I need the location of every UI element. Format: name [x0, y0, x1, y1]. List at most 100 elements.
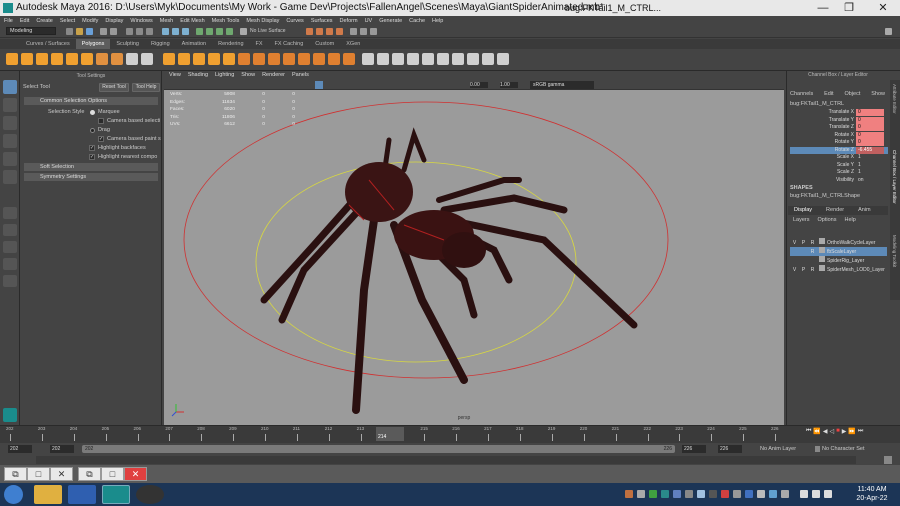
flag-icon[interactable]	[812, 490, 820, 498]
menu-help[interactable]: Help	[432, 18, 443, 24]
shelf-tab-custom[interactable]: Custom	[309, 39, 340, 49]
sweep-mesh-icon[interactable]	[141, 53, 153, 65]
automatic-mapping-icon[interactable]	[392, 53, 404, 65]
extrude-icon[interactable]	[238, 53, 250, 65]
attr-translate-z[interactable]: Translate Z0	[790, 124, 888, 132]
vp-menu-panels[interactable]: Panels	[292, 71, 309, 80]
layer-menu-layers[interactable]: Layers	[793, 217, 810, 223]
tray-icon[interactable]	[673, 490, 681, 498]
step-back-key-icon[interactable]: ⏪	[813, 428, 820, 435]
section-symmetry-settings[interactable]: Symmetry Settings	[24, 173, 158, 181]
separate-icon[interactable]	[178, 53, 190, 65]
tray-icon[interactable]	[769, 490, 777, 498]
snap-grid-icon[interactable]	[162, 28, 169, 35]
shelf-tab-animation[interactable]: Animation	[176, 39, 212, 49]
shelf-tab-curves-surfaces[interactable]: Curves / Surfaces	[20, 39, 76, 49]
reset-tool-button[interactable]: Reset Tool	[99, 83, 129, 92]
menu-cache[interactable]: Cache	[409, 18, 425, 24]
attr-translate-y[interactable]: Translate Y0	[790, 116, 888, 125]
poly-sphere-icon[interactable]	[6, 53, 18, 65]
snap-point-icon[interactable]	[182, 28, 189, 35]
append-icon[interactable]	[283, 53, 295, 65]
layout-icon[interactable]	[3, 275, 17, 287]
menu-create[interactable]: Create	[36, 18, 53, 24]
single-view-icon[interactable]	[3, 207, 17, 219]
menu-windows[interactable]: Windows	[130, 18, 152, 24]
character-set-select[interactable]: No Character Set	[822, 446, 865, 452]
combine-icon[interactable]	[163, 53, 175, 65]
persp-outliner-icon[interactable]	[3, 241, 17, 253]
select-tool-icon[interactable]	[3, 80, 17, 94]
menu-mesh-display[interactable]: Mesh Display	[246, 18, 279, 24]
super-shape-icon[interactable]	[126, 53, 138, 65]
channel-box-icon[interactable]	[370, 28, 377, 35]
attr-scale-y[interactable]: Scale Y1	[790, 162, 888, 170]
settings-gear-icon[interactable]	[885, 28, 892, 35]
highlight-nearest-checkbox[interactable]: ✓	[89, 154, 95, 160]
anim-prefs-icon[interactable]	[815, 446, 820, 452]
snap-curve-icon[interactable]	[172, 28, 179, 35]
command-line[interactable]	[0, 455, 900, 465]
script-editor-icon[interactable]	[884, 456, 892, 464]
menu-modify[interactable]: Modify	[82, 18, 98, 24]
tab-anim[interactable]: Anim	[858, 206, 871, 215]
shelf-tab-xgen[interactable]: XGen	[340, 39, 366, 49]
lasso-tool-icon[interactable]	[3, 98, 17, 112]
minimized-window-close[interactable]: ✕	[50, 467, 73, 481]
render-icon[interactable]	[306, 28, 313, 35]
tray-icon[interactable]	[685, 490, 693, 498]
menu-display[interactable]: Display	[105, 18, 123, 24]
quad-draw-icon[interactable]	[343, 53, 355, 65]
persp-graph-icon[interactable]	[3, 258, 17, 270]
command-input[interactable]	[36, 456, 856, 464]
mirror-icon[interactable]	[223, 53, 235, 65]
minimize-button[interactable]: —	[812, 0, 834, 16]
shelf-tab-rigging[interactable]: Rigging	[145, 39, 176, 49]
range-end-field[interactable]: 226	[718, 445, 742, 453]
poly-disc-icon[interactable]	[96, 53, 108, 65]
tray-icon[interactable]	[757, 490, 765, 498]
bridge-icon[interactable]	[253, 53, 265, 65]
attr-rotate-y[interactable]: Rotate Y0	[790, 139, 888, 147]
select-component-icon[interactable]	[146, 28, 153, 35]
shelf-tab-polygons[interactable]: Polygons	[75, 39, 111, 49]
vp-menu-shading[interactable]: Shading	[188, 71, 208, 80]
target-weld-icon[interactable]	[328, 53, 340, 65]
minimized-window-restore[interactable]: ⧉	[4, 467, 27, 481]
planar-mapping-icon[interactable]	[377, 53, 389, 65]
word-taskbar-icon[interactable]	[68, 485, 96, 504]
attr-visibility[interactable]: Visibility on	[790, 177, 888, 185]
start-button-icon[interactable]	[4, 485, 23, 504]
attr-scale-x[interactable]: Scale X1	[790, 154, 888, 162]
select-object-icon[interactable]	[136, 28, 143, 35]
shelf-tab-fx[interactable]: FX	[250, 39, 269, 49]
side-tab-modeling-toolkit[interactable]: Modeling Toolkit	[892, 235, 897, 295]
cb-menu-edit[interactable]: Edit	[824, 91, 833, 97]
tray-icon[interactable]	[709, 490, 717, 498]
play-backwards-icon[interactable]: ◁	[830, 428, 835, 435]
clock-date[interactable]: 20-Apr-22	[852, 495, 892, 502]
tray-icon[interactable]	[637, 490, 645, 498]
snap-live-icon[interactable]	[226, 28, 233, 35]
menu-file[interactable]: File	[4, 18, 13, 24]
live-surface-icon[interactable]	[240, 28, 247, 35]
go-to-end-icon[interactable]: ⏭	[858, 428, 863, 435]
spherical-mapping-icon[interactable]	[422, 53, 434, 65]
range-start-field[interactable]: 202	[8, 445, 32, 453]
vp-menu-lighting[interactable]: Lighting	[215, 71, 234, 80]
shelf-tab-fx-caching[interactable]: FX Caching	[269, 39, 310, 49]
tray-icon[interactable]	[697, 490, 705, 498]
cylindrical-mapping-icon[interactable]	[407, 53, 419, 65]
menu-curves[interactable]: Curves	[286, 18, 303, 24]
obs-taskbar-icon[interactable]	[136, 485, 164, 504]
poly-torus-icon[interactable]	[66, 53, 78, 65]
attr-rotate-x[interactable]: Rotate X0	[790, 131, 888, 140]
cut-uv-icon[interactable]	[467, 53, 479, 65]
side-tab-channel-box[interactable]: Channel Box / Layer Editor	[892, 150, 897, 230]
menu-mesh-tools[interactable]: Mesh Tools	[212, 18, 240, 24]
menu-surfaces[interactable]: Surfaces	[311, 18, 333, 24]
step-forward-frame-icon[interactable]: ▶	[842, 428, 847, 435]
shelf-tab-rendering[interactable]: Rendering	[212, 39, 249, 49]
move-tool-icon[interactable]	[3, 134, 17, 148]
menu-generate[interactable]: Generate	[379, 18, 402, 24]
